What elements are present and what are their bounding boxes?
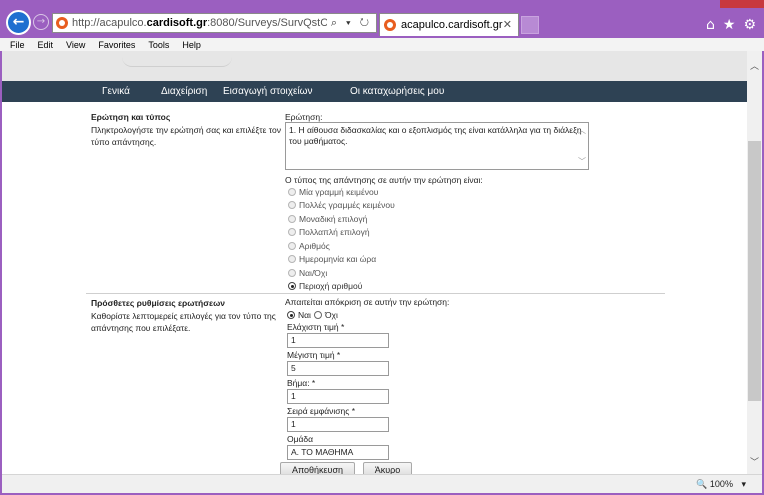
type-option-multi-choice[interactable]: Πολλαπλή επιλογή <box>288 227 370 237</box>
additional-section-description: Καθορίστε λεπτομερείς επιλογές για τον τ… <box>91 311 276 333</box>
max-value-input[interactable]: 5 <box>287 361 389 376</box>
required-no-label: Όχι <box>324 310 338 320</box>
type-option-single-choice[interactable]: Μοναδική επιλογή <box>288 214 367 224</box>
radio-icon[interactable] <box>288 228 296 236</box>
max-value-label: Μέγιστη τιμή * <box>287 350 341 360</box>
menu-favorites[interactable]: Favorites <box>98 40 135 50</box>
menu-view[interactable]: View <box>66 40 85 50</box>
zoom-control[interactable]: 🔍 100% ▾ <box>696 479 746 490</box>
save-button[interactable]: Αποθήκευση <box>280 462 355 474</box>
radio-icon[interactable] <box>288 242 296 250</box>
page-banner <box>2 51 747 81</box>
nav-my-entries[interactable]: Οι καταχωρήσεις μου <box>350 86 444 97</box>
title-bar <box>0 0 764 8</box>
new-tab-button[interactable] <box>521 16 539 34</box>
type-option-multi-line[interactable]: Πολλές γραμμές κειμένου <box>288 200 395 210</box>
additional-section-title: Πρόσθετες ρυθμίσεις ερωτήσεων <box>91 298 225 308</box>
chevron-down-icon: ▾ <box>741 479 746 489</box>
display-order-input[interactable]: 1 <box>287 417 389 432</box>
min-value-label: Ελάχιστη τιμή * <box>287 322 345 332</box>
minimize-button[interactable] <box>664 0 692 8</box>
required-no-radio[interactable] <box>313 311 322 319</box>
tab-favicon-icon <box>384 19 396 31</box>
group-input[interactable]: Α. ΤΟ ΜΑΘΗΜΑ <box>287 445 389 460</box>
radio-icon[interactable] <box>288 215 296 223</box>
type-option-number-range[interactable]: Περιοχή αριθμού <box>288 281 362 291</box>
magnifier-icon: 🔍 <box>696 479 708 489</box>
forward-icon: → <box>36 16 46 27</box>
window-controls <box>664 0 764 8</box>
cancel-button[interactable]: Άκυρο <box>363 462 412 474</box>
tab-title: acapulco.cardisoft.gr <box>401 19 503 31</box>
gear-icon[interactable]: ⚙ <box>743 17 756 33</box>
type-option-yes-no[interactable]: Ναι/Όχι <box>288 268 327 278</box>
menu-file[interactable]: File <box>10 40 25 50</box>
url-text: http://acapulco.cardisoft.gr:8080/Survey… <box>72 17 327 29</box>
address-search-refresh-icon[interactable]: ⌕ ▾ ↻ <box>327 17 376 30</box>
nav-data-entry[interactable]: Εισαγωγή στοιχείων <box>223 86 313 97</box>
back-button[interactable]: ← <box>6 10 31 35</box>
nav-general[interactable]: Γενικά <box>102 86 130 97</box>
maximize-button[interactable] <box>692 0 720 8</box>
type-option-number[interactable]: Αριθμός <box>288 241 330 251</box>
menu-help[interactable]: Help <box>182 40 201 50</box>
vertical-scrollbar[interactable]: ︿ ﹀ <box>747 51 762 474</box>
required-yes-radio[interactable] <box>287 311 295 319</box>
type-option-datetime[interactable]: Ημερομηνία και ώρα <box>288 254 376 264</box>
question-label: Ερώτηση: <box>285 112 323 122</box>
radio-icon[interactable] <box>288 201 296 209</box>
favorites-star-icon[interactable]: ★ <box>723 17 736 33</box>
question-section-title: Ερώτηση και τύπος <box>91 112 171 122</box>
site-navbar: Γενικά Διαχείριση Εισαγωγή στοιχείων Οι … <box>2 81 747 102</box>
question-textarea[interactable]: 1. Η αίθουσα διδασκαλίας και ο εξοπλισμό… <box>285 122 589 170</box>
question-section-description: Πληκτρολογήστε την ερώτησή σας και επιλέ… <box>91 125 282 147</box>
scroll-up-arrow-icon[interactable]: ︿ <box>750 59 759 72</box>
radio-checked-icon[interactable] <box>288 282 296 290</box>
radio-icon[interactable] <box>288 188 296 196</box>
browser-nav-row: ← → http://acapulco.cardisoft.gr:8080/Su… <box>0 8 764 38</box>
type-option-single-line[interactable]: Μία γραμμή κειμένου <box>288 187 378 197</box>
status-bar: 🔍 100% ▾ <box>2 474 762 493</box>
scroll-down-arrow-icon[interactable]: ﹀ <box>750 455 759 468</box>
tab-close-icon[interactable]: ✕ <box>503 18 512 31</box>
home-icon[interactable]: ⌂ <box>706 17 715 33</box>
section-divider <box>86 293 665 294</box>
address-bar[interactable]: http://acapulco.cardisoft.gr:8080/Survey… <box>52 13 377 33</box>
answer-type-label: Ο τύπος της απάντησης σε αυτήν την ερώτη… <box>285 175 483 185</box>
close-window-button[interactable] <box>720 0 764 8</box>
step-label: Βήμα: * <box>287 378 316 388</box>
step-input[interactable]: 1 <box>287 389 389 404</box>
scroll-up-icon[interactable]: ︿ <box>578 125 586 136</box>
back-icon: ← <box>12 14 25 30</box>
nav-management[interactable]: Διαχείριση <box>161 86 207 97</box>
required-yes-label: Ναι <box>298 310 311 320</box>
menu-bar: File Edit View Favorites Tools Help <box>0 38 764 51</box>
menu-tools[interactable]: Tools <box>148 40 169 50</box>
required-label: Απαιτείται απόκριση σε αυτήν την ερώτηση… <box>285 297 450 307</box>
min-value-input[interactable]: 1 <box>287 333 389 348</box>
browser-toolbar-icons: ⌂ ★ ⚙ <box>706 17 756 33</box>
page-viewport: Γενικά Διαχείριση Εισαγωγή στοιχείων Οι … <box>2 51 747 474</box>
group-label: Ομάδα <box>287 434 314 444</box>
zoom-level: 100% <box>709 479 733 489</box>
display-order-label: Σειρά εμφάνισης * <box>287 406 356 416</box>
scrollbar-thumb[interactable] <box>748 141 761 401</box>
tab-active[interactable]: acapulco.cardisoft.gr ✕ <box>379 13 519 36</box>
required-options: Ναι Όχι <box>287 310 338 320</box>
scroll-down-icon[interactable]: ﹀ <box>578 156 586 167</box>
forward-button[interactable]: → <box>33 14 49 30</box>
form-content: Ερώτηση και τύπος Πληκτρολογήστε την ερώ… <box>2 102 747 474</box>
radio-icon[interactable] <box>288 255 296 263</box>
browser-window: ← → http://acapulco.cardisoft.gr:8080/Su… <box>0 0 764 495</box>
radio-icon[interactable] <box>288 269 296 277</box>
menu-edit[interactable]: Edit <box>38 40 54 50</box>
site-favicon-icon <box>56 17 68 29</box>
